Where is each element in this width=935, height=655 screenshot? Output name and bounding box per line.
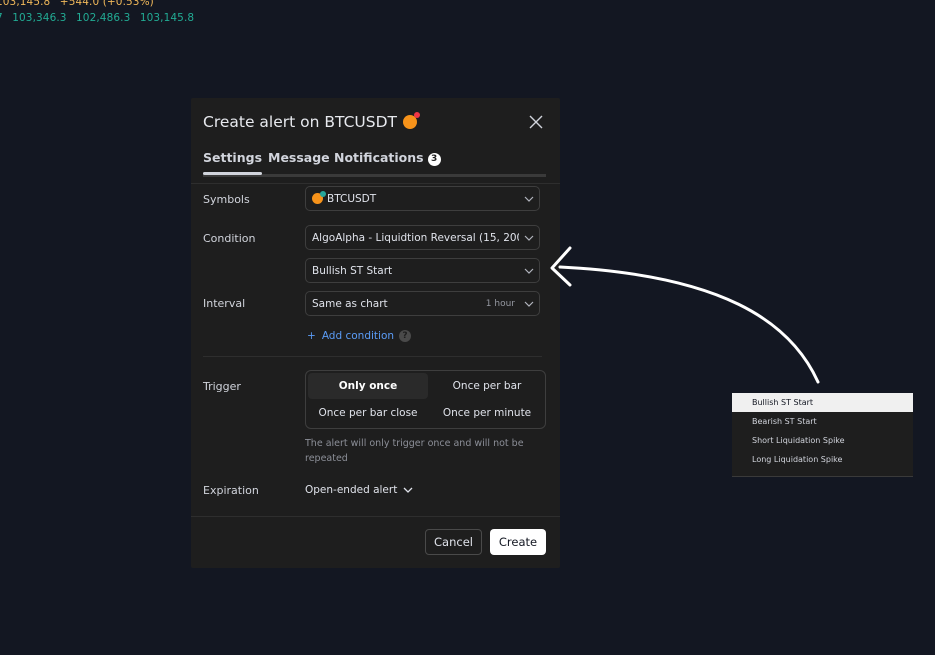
interval-label: Interval — [203, 297, 246, 310]
close-icon — [529, 115, 543, 129]
trigger-label: Trigger — [203, 380, 241, 393]
create-alert-dialog: Create alert on BTCUSDT Settings Message… — [191, 98, 560, 568]
ticker-ohlc-value: 102,486.3 — [76, 12, 131, 24]
tabs-divider — [191, 183, 560, 184]
symbol-select[interactable]: BTCUSDT — [305, 186, 540, 211]
dialog-tabs: Settings Message Notifications 3 — [203, 150, 546, 177]
chevron-down-icon — [403, 484, 413, 496]
interval-select[interactable]: Same as chart 1 hour — [305, 291, 540, 316]
tab-message-label: Message — [268, 150, 330, 165]
trigger-hint: The alert will only trigger once and wil… — [305, 438, 524, 464]
chevron-down-icon — [519, 235, 539, 241]
condition-indicator-select[interactable]: AlgoAlpha - Liquidtion Reversal (15, 200… — [305, 225, 540, 250]
condition-label: Condition — [203, 232, 256, 245]
footer-divider — [191, 516, 560, 517]
symbols-label: Symbols — [203, 193, 250, 206]
chevron-down-icon — [519, 268, 539, 274]
page: 103,145.8 +544.0 (+0.53%) 7 103,346.3 10… — [0, 0, 935, 655]
symbol-value: BTCUSDT — [327, 192, 377, 205]
expiration-value: Open-ended alert — [305, 484, 398, 496]
popup-item[interactable]: Short Liquidation Spike — [732, 431, 913, 450]
trigger-once-per-bar-close[interactable]: Once per bar close — [308, 400, 428, 426]
bitcoin-icon — [403, 112, 420, 129]
plus-icon: + — [307, 330, 316, 342]
trigger-only-once[interactable]: Only once — [308, 373, 428, 399]
tab-message[interactable]: Message — [268, 150, 330, 172]
interval-value: Same as chart — [312, 297, 388, 310]
popup-item[interactable]: Bullish ST Start — [732, 393, 913, 412]
cancel-button[interactable]: Cancel — [425, 529, 482, 555]
help-icon[interactable]: ? — [399, 330, 411, 342]
notifications-count-badge: 3 — [427, 153, 441, 166]
ticker-price: 103,145.8 — [0, 0, 51, 8]
popup-item[interactable]: Bearish ST Start — [732, 412, 913, 431]
close-button[interactable] — [528, 114, 544, 130]
tab-notifications[interactable]: Notifications 3 — [334, 150, 441, 172]
ticker-change: +544.0 (+0.53%) — [59, 0, 154, 8]
ticker-ohlc-line: 7 103,346.3 102,486.3 103,145.8 — [0, 12, 200, 24]
create-button[interactable]: Create — [490, 529, 546, 555]
tab-notifications-label: Notifications — [334, 150, 424, 165]
add-condition-label: Add condition — [321, 330, 395, 342]
btc-coin-icon — [312, 191, 326, 204]
dialog-title: Create alert on BTCUSDT — [203, 112, 420, 131]
trigger-once-per-bar[interactable]: Once per bar — [427, 373, 547, 399]
popup-item[interactable]: Long Liquidation Spike — [732, 450, 913, 469]
tab-settings[interactable]: Settings — [203, 150, 263, 175]
chevron-down-icon — [519, 301, 539, 307]
condition-signal-value: Bullish ST Start — [312, 264, 393, 277]
expiration-label: Expiration — [203, 484, 259, 497]
ticker-ohlc-value: 103,346.3 — [12, 12, 67, 24]
dialog-title-text: Create alert on BTCUSDT — [203, 113, 397, 131]
interval-resolution: 1 hour — [485, 298, 515, 309]
ticker-ohlc-value: 7 — [0, 12, 3, 24]
section-divider — [203, 356, 542, 357]
ticker-price-line: 103,145.8 +544.0 (+0.53%) — [0, 0, 160, 8]
expiration-select[interactable]: Open-ended alert — [305, 484, 413, 496]
tab-settings-label: Settings — [203, 150, 263, 165]
ticker-ohlc-value: 103,145.8 — [139, 12, 195, 24]
condition-indicator-value: AlgoAlpha - Liquidtion Reversal (15, 200… — [312, 231, 519, 244]
trigger-options-group: Only once Once per bar Once per bar clos… — [305, 370, 546, 429]
condition-signal-select[interactable]: Bullish ST Start — [305, 258, 540, 283]
signal-options-popup: Bullish ST Start Bearish ST Start Short … — [732, 393, 913, 477]
chevron-down-icon — [519, 196, 539, 202]
add-condition-button[interactable]: + Add condition — [307, 330, 394, 342]
trigger-once-per-minute[interactable]: Once per minute — [427, 400, 547, 426]
